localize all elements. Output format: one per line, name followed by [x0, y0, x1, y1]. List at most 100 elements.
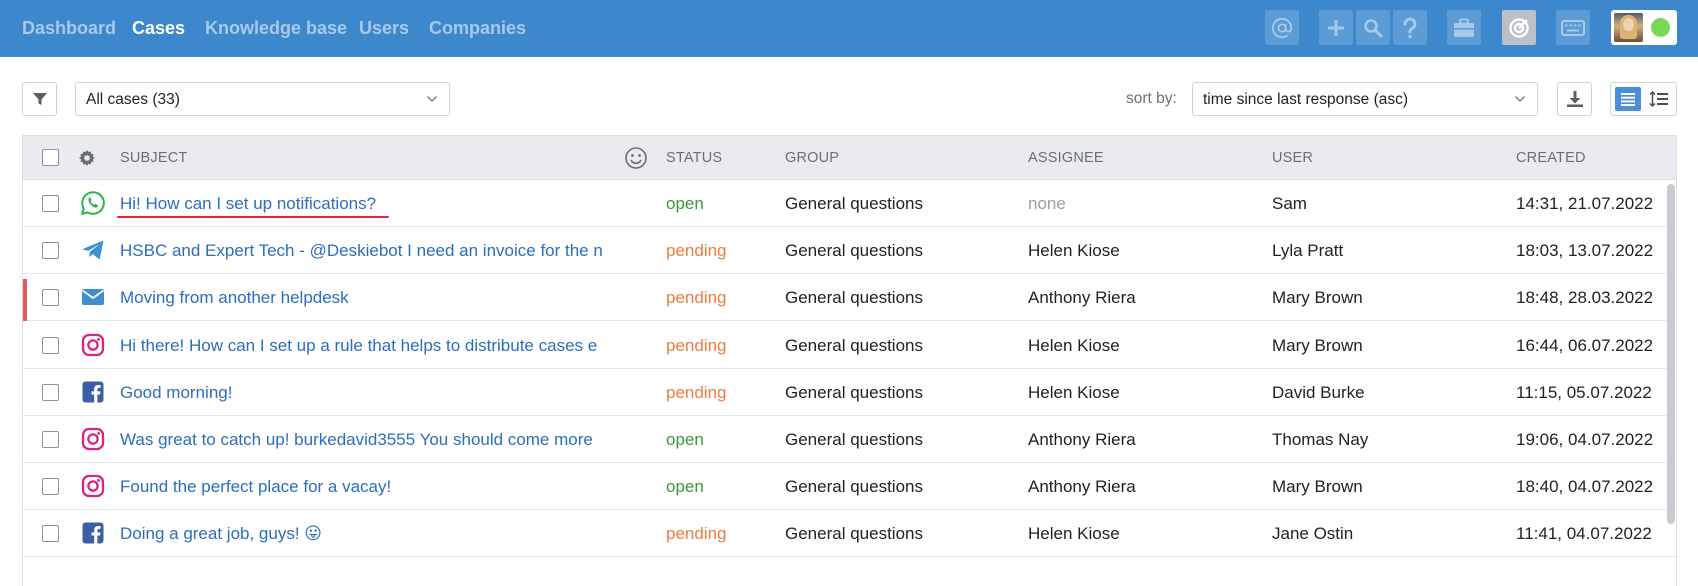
case-user[interactable]: Mary Brown [1272, 477, 1363, 497]
row-checkbox[interactable] [42, 478, 59, 496]
case-created: 16:44, 06.07.2022 [1516, 335, 1654, 355]
row-checkbox[interactable] [42, 242, 59, 260]
case-subject-link[interactable]: Found the perfect place for a vacay! [120, 477, 606, 497]
case-user[interactable]: David Burke [1272, 383, 1365, 403]
case-status: pending [666, 335, 727, 355]
sort-label: sort by: [1126, 90, 1177, 107]
export-button[interactable] [1557, 82, 1592, 116]
case-status: open [666, 430, 704, 449]
column-assignee[interactable]: ASSIGNEE [1028, 150, 1104, 166]
case-assignee[interactable]: none [1028, 194, 1066, 214]
keyboard-shortcuts-button[interactable] [1556, 10, 1590, 45]
download-icon [1566, 91, 1583, 107]
case-assignee[interactable]: Helen Kiose [1028, 336, 1120, 356]
briefcase-icon [1454, 18, 1474, 37]
nav-users[interactable]: Users [359, 18, 409, 39]
smiley-icon[interactable] [624, 146, 648, 170]
case-created: 18:48, 28.03.2022 [1516, 288, 1654, 308]
add-button[interactable] [1319, 10, 1353, 45]
case-subject-link[interactable]: HSBC and Expert Tech - @Deskiebot I need… [120, 241, 606, 261]
case-group: General questions [785, 477, 923, 497]
column-group[interactable]: GROUP [785, 150, 839, 166]
column-status[interactable]: STATUS [666, 150, 722, 166]
compact-view-icon [1649, 91, 1668, 107]
sort-select[interactable]: time since last response (asc) [1192, 82, 1538, 116]
compact-view-button[interactable] [1646, 87, 1672, 111]
case-created: 11:15, 05.07.2022 [1516, 382, 1652, 402]
nav-cases[interactable]: Cases [132, 18, 185, 39]
column-user[interactable]: USER [1272, 150, 1313, 166]
profile-menu[interactable] [1611, 10, 1677, 45]
plus-icon [1328, 19, 1344, 36]
table-row[interactable]: Hi! How can I set up notifications? open G… [23, 180, 1676, 227]
case-subject-link[interactable]: Good morning! [120, 383, 606, 403]
table-row[interactable]: HSBC and Expert Tech - @Deskiebot I need… [23, 227, 1676, 275]
table-header: SUBJECT STATUS GROUP ASSIGNEE USER CREAT… [23, 136, 1676, 180]
chevron-down-icon [426, 95, 438, 103]
case-assignee[interactable]: Anthony Riera [1028, 477, 1136, 497]
list-view-button[interactable] [1615, 87, 1641, 111]
case-status: open [666, 194, 704, 213]
case-assignee[interactable]: Anthony Riera [1028, 430, 1136, 450]
case-subject-link[interactable]: Moving from another helpdesk [120, 288, 606, 308]
table-row[interactable]: Good morning! pending General questions Hel… [23, 368, 1676, 416]
case-user[interactable]: Sam [1272, 194, 1307, 214]
case-subject-link[interactable]: Hi! How can I set up notifications? [120, 194, 606, 214]
funnel-icon [32, 93, 47, 105]
search-icon [1364, 18, 1383, 37]
goals-button[interactable] [1502, 10, 1536, 45]
case-user[interactable]: Lyla Pratt [1272, 241, 1343, 261]
email-icon [80, 284, 106, 310]
filter-button[interactable] [22, 82, 57, 116]
case-created: 18:03, 13.07.2022 [1516, 241, 1654, 261]
case-subject-link[interactable]: Was great to catch up! burkedavid3555 Yo… [120, 430, 606, 450]
table-row[interactable]: Found the perfect place for a vacay! open… [23, 463, 1676, 511]
select-all-checkbox[interactable] [42, 149, 59, 166]
case-user[interactable]: Mary Brown [1272, 288, 1363, 308]
case-group: General questions [785, 335, 923, 355]
search-button[interactable] [1356, 10, 1390, 45]
case-user[interactable]: Mary Brown [1272, 336, 1363, 356]
question-icon [1403, 17, 1417, 38]
chevron-down-icon [1514, 95, 1526, 103]
avatar [1614, 13, 1643, 42]
row-checkbox[interactable] [42, 195, 59, 212]
case-user[interactable]: Jane Ostin [1272, 524, 1353, 544]
table-row[interactable]: Hi there! How can I set up a rule that h… [23, 321, 1676, 369]
row-checkbox[interactable] [42, 525, 59, 543]
priority-flag [23, 279, 27, 322]
nav-companies[interactable]: Companies [429, 18, 526, 39]
sort-value: time since last response (asc) [1203, 91, 1409, 108]
table-row[interactable]: Moving from another helpdesk pending Gener… [23, 274, 1676, 322]
at-sign-icon [1271, 17, 1293, 38]
column-created[interactable]: CREATED [1516, 150, 1586, 166]
companies-button[interactable] [1447, 10, 1481, 45]
telegram-icon [80, 237, 106, 263]
table-row[interactable]: Was great to catch up! burkedavid3555 Yo… [23, 416, 1676, 463]
mentions-button[interactable] [1265, 10, 1299, 45]
keyboard-icon [1561, 19, 1585, 36]
case-group: General questions [785, 382, 923, 402]
table-scrollbar[interactable] [1667, 184, 1675, 524]
target-icon [1509, 17, 1529, 38]
column-subject[interactable]: SUBJECT [120, 150, 187, 166]
nav-knowledge-base[interactable]: Knowledge base [205, 18, 347, 39]
case-subject-link[interactable]: Doing a great job, guys! 😛 [120, 524, 606, 544]
case-assignee[interactable]: Helen Kiose [1028, 241, 1120, 261]
case-assignee[interactable]: Helen Kiose [1028, 383, 1120, 403]
case-subject-link[interactable]: Hi there! How can I set up a rule that h… [120, 336, 606, 356]
row-checkbox[interactable] [42, 336, 59, 354]
case-user[interactable]: Thomas Nay [1272, 430, 1368, 450]
help-button[interactable] [1393, 10, 1427, 45]
row-checkbox[interactable] [42, 383, 59, 401]
case-assignee[interactable]: Anthony Riera [1028, 288, 1136, 308]
instagram-icon [80, 473, 106, 499]
gear-icon[interactable] [78, 149, 96, 167]
case-filter-select[interactable]: All cases (33) [75, 82, 450, 116]
table-row[interactable]: Doing a great job, guys! 😛 pending General… [23, 510, 1676, 558]
row-checkbox[interactable] [42, 431, 59, 448]
case-status: pending [666, 524, 727, 544]
row-checkbox[interactable] [42, 289, 59, 307]
nav-dashboard[interactable]: Dashboard [22, 18, 116, 39]
case-assignee[interactable]: Helen Kiose [1028, 524, 1120, 544]
